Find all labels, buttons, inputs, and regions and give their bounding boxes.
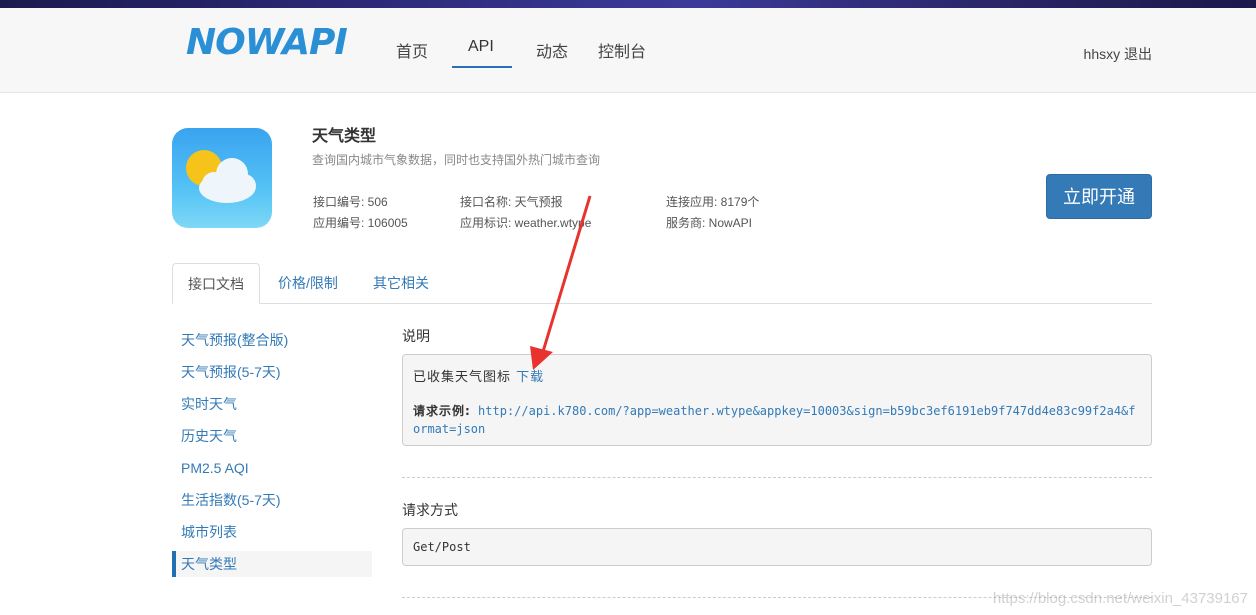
section-method-label: 请求方式 bbox=[402, 502, 458, 518]
top-decorative-strip bbox=[0, 0, 1256, 8]
nav-api[interactable]: API bbox=[468, 38, 494, 56]
sidebar-item-weather-type[interactable]: 天气类型 bbox=[172, 551, 372, 577]
meta-interface-no: 接口编号: 506 bbox=[313, 195, 388, 209]
download-link[interactable]: 下载 bbox=[516, 370, 544, 385]
meta-app-id: 应用标识: weather.wtype bbox=[460, 216, 592, 230]
example-url[interactable]: http://api.k780.com/?app=weather.wtype&a… bbox=[413, 404, 1136, 436]
logout-link[interactable]: 退出 bbox=[1124, 46, 1152, 62]
api-title: 天气类型 bbox=[312, 128, 377, 145]
tab-pricing[interactable]: 价格/限制 bbox=[266, 263, 350, 303]
watermark: https://blog.csdn.net/weixin_43739167 bbox=[992, 590, 1248, 607]
sidebar-item-realtime[interactable]: 实时天气 bbox=[172, 391, 372, 417]
tab-docs[interactable]: 接口文档 bbox=[172, 263, 260, 304]
username-link[interactable]: hhsxy bbox=[1084, 46, 1121, 62]
example-label: 请求示例: bbox=[413, 404, 471, 418]
nav-console[interactable]: 控制台 bbox=[598, 38, 646, 62]
weather-icon-graphic bbox=[186, 150, 256, 203]
method-value: Get/Post bbox=[413, 540, 471, 554]
meta-connected-apps: 连接应用: 8179个 bbox=[666, 195, 760, 209]
sidebar-item-life-index[interactable]: 生活指数(5-7天) bbox=[172, 487, 372, 513]
sidebar-item-forecast-integrated[interactable]: 天气预报(整合版) bbox=[172, 327, 372, 353]
icons-line: 已收集天气图标 下载 bbox=[413, 366, 1141, 385]
example-url-line2: ormat=json bbox=[413, 422, 486, 436]
nav-news[interactable]: 动态 bbox=[536, 38, 568, 62]
icons-text: 已收集天气图标 bbox=[413, 370, 512, 385]
activate-button[interactable]: 立即开通 bbox=[1046, 174, 1152, 219]
tabs-divider bbox=[172, 303, 1152, 304]
description-box: 已收集天气图标 下载 请求示例: http://api.k780.com/?ap… bbox=[402, 354, 1152, 446]
sidebar-item-history[interactable]: 历史天气 bbox=[172, 423, 372, 449]
sidebar-item-forecast-5-7[interactable]: 天气预报(5-7天) bbox=[172, 359, 372, 385]
meta-provider: 服务商: NowAPI bbox=[666, 216, 753, 230]
sidebar-item-city-list[interactable]: 城市列表 bbox=[172, 519, 372, 545]
nav-active-underline bbox=[452, 66, 512, 68]
example-url-line1: http://api.k780.com/?app=weather.wtype&a… bbox=[478, 404, 1136, 418]
user-area: hhsxy 退出 bbox=[1084, 44, 1152, 64]
sidebar-item-pm25[interactable]: PM2.5 AQI bbox=[172, 455, 372, 481]
tab-related[interactable]: 其它相关 bbox=[362, 263, 440, 303]
logo[interactable]: NOWAPI bbox=[186, 22, 348, 63]
section-description-label: 说明 bbox=[402, 328, 430, 344]
meta-app-no: 应用编号: 106005 bbox=[313, 216, 408, 230]
weather-cloud-sun-icon bbox=[172, 128, 272, 228]
api-subtitle: 查询国内城市气象数据，同时也支持国外热门城市查询 bbox=[312, 153, 601, 167]
nav-home[interactable]: 首页 bbox=[396, 38, 428, 62]
header: NOWAPI 首页 API 动态 控制台 hhsxy 退出 bbox=[0, 8, 1256, 93]
section-divider bbox=[402, 477, 1152, 478]
method-box: Get/Post bbox=[402, 528, 1152, 566]
meta-interface-name: 接口名称: 天气预报 bbox=[460, 195, 563, 209]
request-example: 请求示例: http://api.k780.com/?app=weather.w… bbox=[413, 402, 1141, 438]
